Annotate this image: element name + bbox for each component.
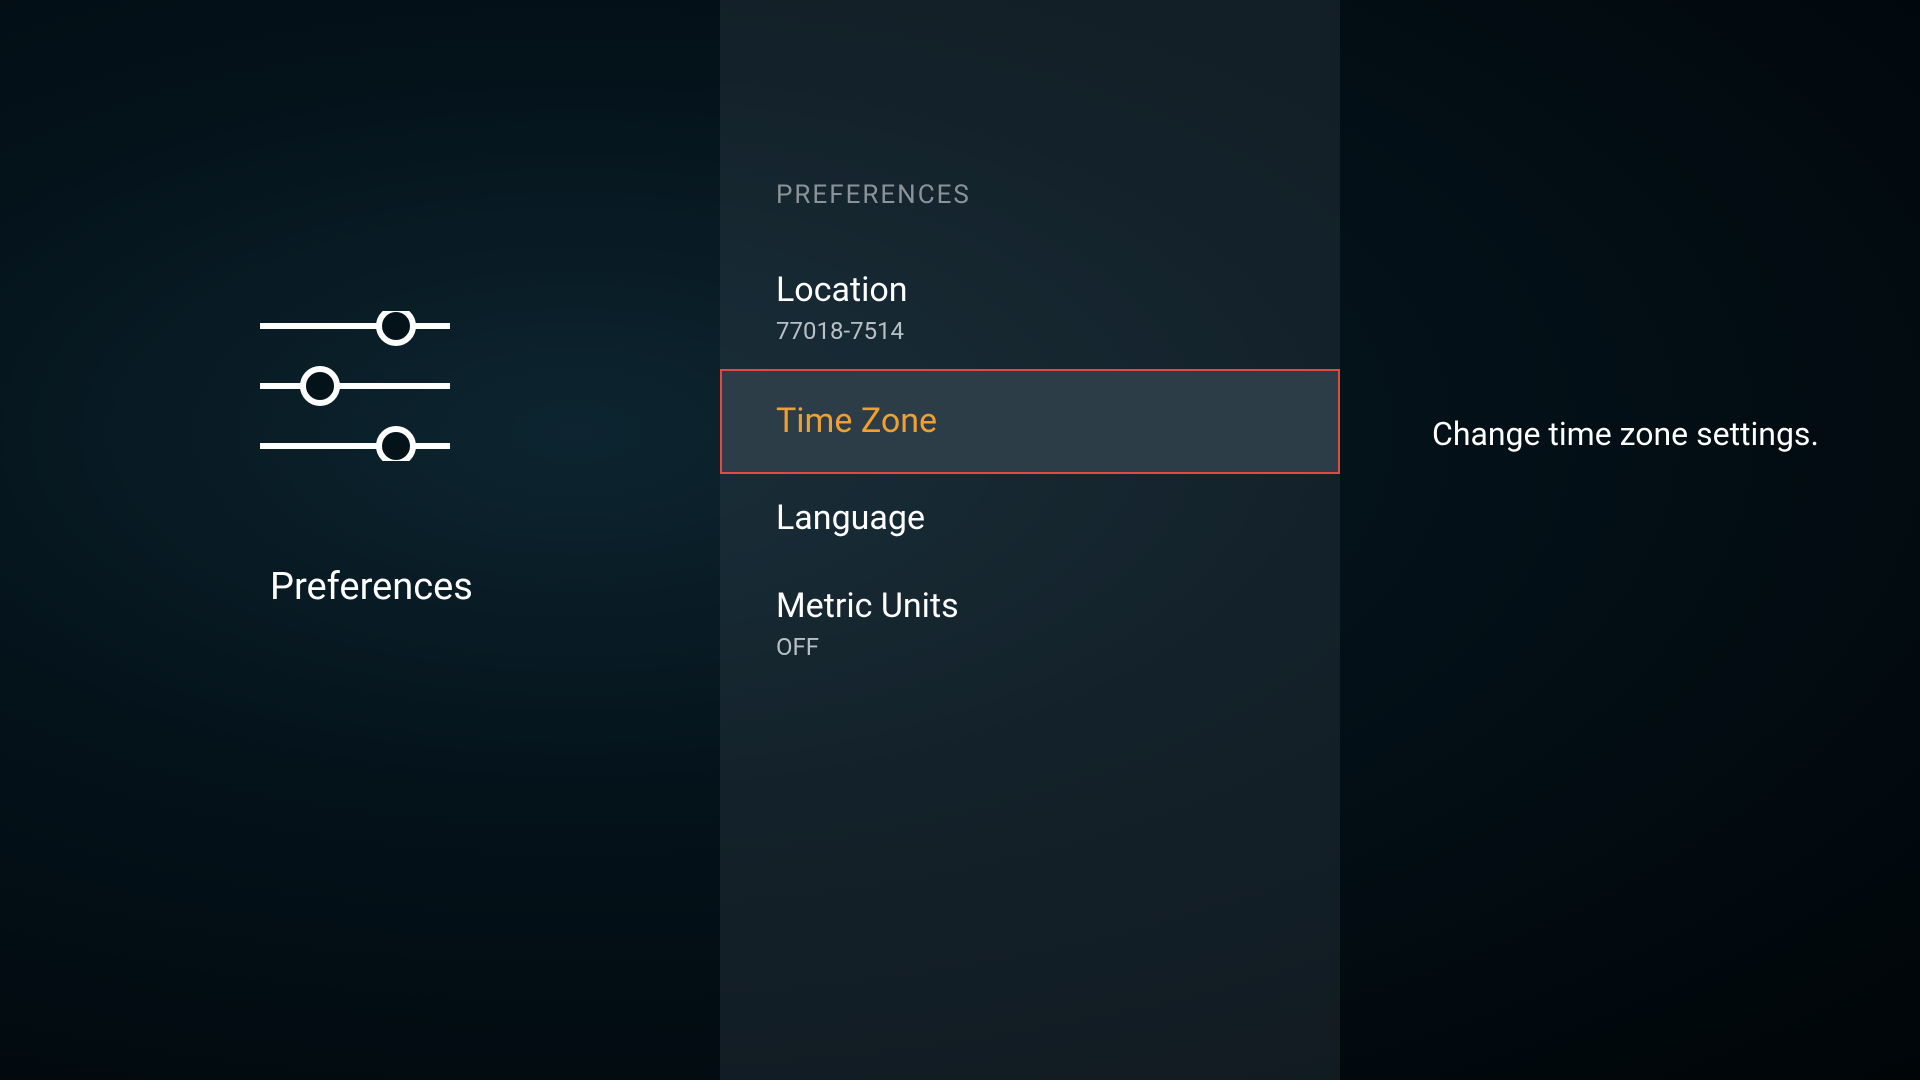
- menu-item-time-zone[interactable]: Time Zone: [720, 369, 1340, 474]
- menu-item-metric-units[interactable]: Metric Units OFF: [720, 562, 1340, 685]
- menu-item-subtitle: OFF: [776, 633, 1284, 661]
- menu-item-language[interactable]: Language: [720, 474, 1340, 563]
- item-description: Change time zone settings.: [1432, 415, 1920, 453]
- menu-item-title: Language: [776, 498, 1284, 539]
- section-header: PREFERENCES: [720, 180, 1340, 246]
- menu-item-location[interactable]: Location 77018-7514: [720, 246, 1340, 369]
- menu-item-title: Time Zone: [776, 401, 1284, 442]
- page-title: Preferences: [270, 565, 473, 609]
- menu-item-title: Metric Units: [776, 586, 1284, 627]
- left-panel: Preferences: [0, 0, 720, 1080]
- description-panel: Change time zone settings.: [1340, 0, 1920, 1080]
- menu-item-title: Location: [776, 270, 1284, 311]
- menu-panel: PREFERENCES Location 77018-7514 Time Zon…: [720, 0, 1340, 1080]
- menu-item-subtitle: 77018-7514: [776, 317, 1284, 345]
- sliders-icon: [260, 311, 450, 465]
